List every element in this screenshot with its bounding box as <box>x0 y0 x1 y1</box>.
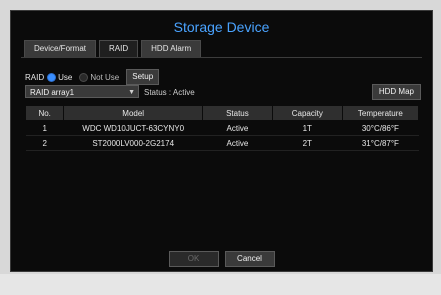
storage-device-window: Storage Device Device/Format RAID HDD Al… <box>10 10 433 272</box>
tab-bar: Device/Format RAID HDD Alarm <box>24 40 202 58</box>
hdd-map-button[interactable]: HDD Map <box>371 84 421 100</box>
cell-capacity: 1T <box>272 120 343 136</box>
col-status: Status <box>202 105 273 121</box>
cell-no: 1 <box>25 120 64 136</box>
raid-label: RAID <box>25 72 45 82</box>
page-bottom-strip <box>0 274 441 295</box>
cancel-button[interactable]: Cancel <box>224 251 275 267</box>
cell-model: ST2000LV000-2G2174 <box>63 135 203 151</box>
tab-device-format[interactable]: Device/Format <box>24 40 97 58</box>
cell-capacity: 2T <box>272 135 343 151</box>
dialog-footer: OK Cancel <box>11 251 432 267</box>
tab-divider <box>21 57 422 58</box>
table-row[interactable]: 1 WDC WD10JUCT-63CYNY0 Active 1T 30°C/86… <box>25 120 419 136</box>
table-header-row: No. Model Status Capacity Temperature <box>24 105 420 121</box>
raid-use-label: Use <box>58 72 73 82</box>
col-temperature: Temperature <box>341 105 420 121</box>
cell-no: 2 <box>25 135 64 151</box>
cell-status: Active <box>202 135 273 151</box>
cell-model: WDC WD10JUCT-63CYNY0 <box>63 120 203 136</box>
window-title: Storage Device <box>173 19 270 35</box>
col-no: No. <box>24 105 65 121</box>
tab-hdd-alarm[interactable]: HDD Alarm <box>141 40 202 58</box>
setup-button[interactable]: Setup <box>126 69 160 85</box>
chevron-down-icon: ▼ <box>128 89 135 96</box>
raid-array-select[interactable]: RAID array1 ▼ <box>25 85 139 98</box>
tab-raid[interactable]: RAID <box>99 40 139 58</box>
array-status: Status : Active <box>144 88 195 97</box>
col-capacity: Capacity <box>271 105 343 121</box>
cell-temperature: 30°C/86°F <box>342 120 419 136</box>
raid-mode-row: RAID Use Not Use Setup <box>25 69 160 85</box>
ok-button[interactable]: OK <box>168 251 219 267</box>
raid-disk-table: No. Model Status Capacity Temperature 1 … <box>24 105 420 151</box>
cell-temperature: 31°C/87°F <box>342 135 419 151</box>
raid-use-radio[interactable] <box>48 73 56 81</box>
raid-not-use-radio[interactable] <box>80 73 88 81</box>
table-row[interactable]: 2 ST2000LV000-2G2174 Active 2T 31°C/87°F <box>25 135 419 151</box>
col-model: Model <box>63 105 204 121</box>
raid-not-use-label: Not Use <box>90 72 120 82</box>
raid-array-value: RAID array1 <box>30 88 75 97</box>
cell-status: Active <box>202 120 273 136</box>
